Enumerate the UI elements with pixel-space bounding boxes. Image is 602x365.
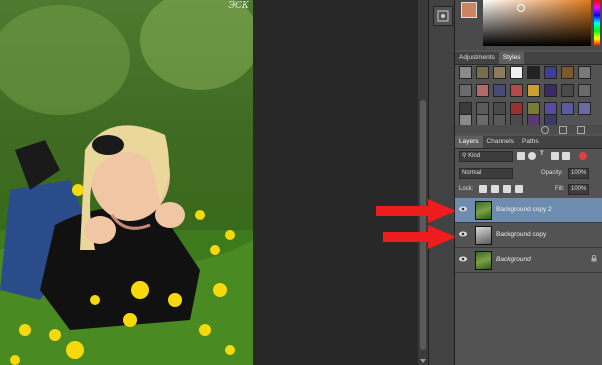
style-preset-swatch[interactable] [527,66,540,79]
canvas-pasteboard [253,0,420,365]
tab-layers[interactable]: Layers [455,136,483,148]
delete-style-icon[interactable] [577,126,585,134]
lock-icon [591,255,597,262]
layer-name[interactable]: Background copy 2 [496,206,552,213]
watermark-text: ЭСК [228,1,249,11]
style-preset-swatch[interactable] [578,84,591,97]
scroll-down-arrow-icon[interactable] [420,359,426,363]
style-preset-swatch[interactable] [459,84,472,97]
filter-type-icon[interactable]: T [540,151,544,157]
style-preset-swatch[interactable] [561,102,574,115]
filter-toggle-icon[interactable] [579,152,587,160]
fill-field[interactable]: 100% [568,184,589,195]
red-arrow-icon [383,225,456,249]
panel-dock-strip [428,0,455,365]
filter-adjustment-icon[interactable] [528,152,536,160]
layer-thumbnail [475,251,492,270]
style-preset-swatch[interactable] [561,84,574,97]
fill-label: Fill: [555,186,565,192]
lock-transparent-icon[interactable] [479,185,487,193]
visibility-eye-icon[interactable] [459,231,467,237]
clear-style-icon[interactable] [541,126,549,134]
layer-name[interactable]: Background copy [496,231,546,238]
foreground-color-swatch[interactable] [461,2,477,18]
blend-mode-select[interactable]: Normal [459,168,513,179]
style-preset-swatch[interactable] [578,102,591,115]
filter-shape-icon[interactable] [551,152,559,160]
tab-adjustments[interactable]: Adjustments [455,52,499,64]
lock-label: Lock: [459,186,474,192]
visibility-eye-icon[interactable] [459,256,467,262]
style-preset-swatch[interactable] [459,66,472,79]
style-preset-swatch[interactable] [544,66,557,79]
opacity-field[interactable]: 100% [568,168,589,179]
style-preset-swatch[interactable] [493,66,506,79]
color-picker-field[interactable] [483,0,591,46]
style-preset-swatch[interactable] [544,84,557,97]
filter-pixel-icon[interactable] [517,152,525,160]
filter-smart-object-icon[interactable] [562,152,570,160]
layers-panel-tabs: Layers Channels Paths [455,136,602,149]
red-arrow-icon [376,199,456,223]
styles-panel-footer [455,125,602,134]
layer-row-background-copy-2[interactable]: Background copy 2 [455,198,602,223]
tab-styles[interactable]: Styles [498,52,525,64]
right-panels: Adjustments Styles Layers Channels Paths ⚲ … [454,0,602,365]
tab-paths[interactable]: Paths [518,136,543,148]
layer-name[interactable]: Background [496,256,531,263]
layer-filter-kind: Kind [468,153,481,159]
style-preset-swatch[interactable] [493,84,506,97]
tab-channels[interactable]: Channels [483,136,518,148]
lock-position-move-icon[interactable] [503,185,511,193]
visibility-eye-icon[interactable] [459,206,467,212]
layer-row-background[interactable]: Background [455,248,602,273]
styles-panel-tabs: Adjustments Styles [455,52,602,65]
style-preset-swatch[interactable] [510,66,523,79]
new-style-icon[interactable] [559,126,567,134]
canvas-vertical-scrollbar[interactable] [418,0,428,365]
style-preset-swatch[interactable] [578,66,591,79]
fill-value: 100% [571,186,587,192]
layer-filter-select[interactable]: ⚲ Kind [459,151,513,162]
opacity-value: 100% [571,170,587,176]
palette-icon [437,10,449,22]
blend-mode-value: Normal [462,170,482,176]
layer-row-background-copy[interactable]: Background copy [455,223,602,248]
layer-thumbnail [475,201,492,220]
color-panel [455,0,602,50]
style-preset-swatch[interactable] [561,66,574,79]
hue-slider[interactable] [594,0,600,46]
color-picker-cursor[interactable] [517,4,525,12]
style-preset-swatch[interactable] [476,84,489,97]
document-canvas-image[interactable]: ЭСК [0,0,253,365]
style-preset-swatch[interactable] [476,66,489,79]
layer-thumbnail [475,226,492,245]
opacity-label: Opacity: [541,170,564,176]
style-preset-swatch[interactable] [527,84,540,97]
portrait-photo [0,0,253,365]
panel-toggle-icon[interactable] [433,6,453,26]
lock-image-brush-icon[interactable] [491,185,499,193]
lock-all-icon[interactable] [515,185,523,193]
style-preset-swatch[interactable] [510,84,523,97]
